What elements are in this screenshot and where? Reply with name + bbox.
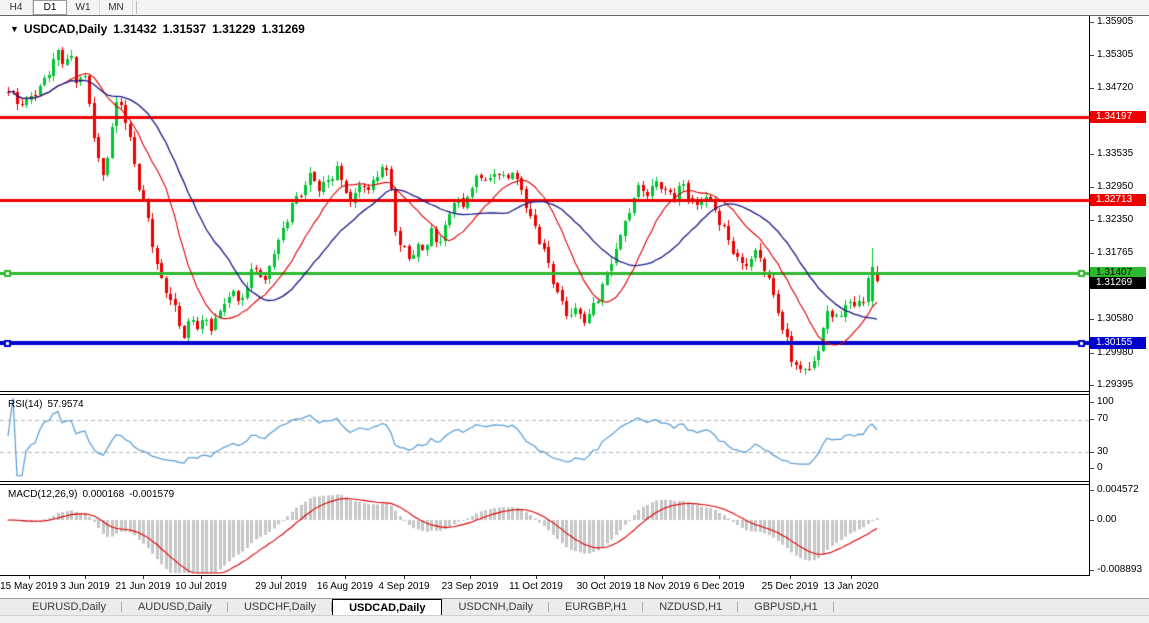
chart-title: ▼ USDCAD,Daily 1.31432 1.31537 1.31229 1.3126… <box>10 22 311 36</box>
level-price-box: 1.34197 <box>1090 111 1146 123</box>
rsi-panel-splitter[interactable] <box>0 391 1149 395</box>
timeframe-button-h4[interactable]: H4 <box>0 0 33 15</box>
axis-tick-mark <box>1090 520 1094 521</box>
macd-signal-value: -0.001579 <box>129 489 174 500</box>
rsi-name: RSI(14) <box>8 399 42 410</box>
axis-tick-mark <box>1090 220 1094 221</box>
macd-label: MACD(12,26,9) 0.000168 -0.001579 <box>8 489 179 500</box>
chart-symbol-period: USDCAD,Daily <box>24 22 107 36</box>
date-tick-mark <box>85 576 86 579</box>
date-tick-mark <box>662 576 663 579</box>
ohlc-low: 1.31229 <box>212 22 255 36</box>
main-price-chart[interactable] <box>0 16 1089 391</box>
toolbar-separator <box>136 1 137 14</box>
rsi-label: RSI(14) 57.9574 <box>8 399 89 410</box>
axis-tick-mark <box>1090 154 1094 155</box>
date-tick-mark <box>536 576 537 579</box>
macd-axis-label: 0.00 <box>1097 514 1116 525</box>
level-price-box: 1.30155 <box>1090 337 1146 349</box>
status-bar <box>0 615 1149 623</box>
price-tick-label: 1.32350 <box>1097 214 1133 225</box>
date-tick-mark <box>851 576 852 579</box>
timeframe-button-w1[interactable]: W1 <box>67 0 100 15</box>
date-tick-mark <box>404 576 405 579</box>
chart-tab-gbpusd[interactable]: GBPUSD,H1 <box>738 599 834 615</box>
macd-name: MACD(12,26,9) <box>8 489 77 500</box>
date-tick-mark <box>345 576 346 579</box>
trading-terminal-window: H4D1W1MN ▼ USDCAD,Daily 1.31432 1.31537 1.31… <box>0 0 1149 623</box>
axis-tick-mark <box>1090 385 1094 386</box>
ohlc-open: 1.31432 <box>113 22 156 36</box>
price-tick-label: 1.31765 <box>1097 247 1133 258</box>
price-tick-label: 1.35305 <box>1097 49 1133 60</box>
date-tick-mark <box>719 576 720 579</box>
axis-tick-mark <box>1090 452 1094 453</box>
axis-tick-mark <box>1090 402 1094 403</box>
price-tick-label: 1.35905 <box>1097 16 1133 27</box>
chart-tab-usdcad[interactable]: USDCAD,Daily <box>332 599 442 615</box>
axis-tick-mark <box>1090 319 1094 320</box>
chart-tab-audusd[interactable]: AUDUSD,Daily <box>122 599 228 615</box>
date-tick-label: 13 Jan 2020 <box>811 581 891 592</box>
price-tick-label: 1.34720 <box>1097 82 1133 93</box>
axis-tick-mark <box>1090 570 1094 571</box>
price-tick-label: 1.32950 <box>1097 181 1133 192</box>
chart-tab-usdchf[interactable]: USDCHF,Daily <box>228 599 332 615</box>
axis-tick-mark <box>1090 22 1094 23</box>
macd-axis-label: -0.008893 <box>1097 564 1142 575</box>
ohlc-close: 1.31269 <box>261 22 304 36</box>
timeframe-button-mn[interactable]: MN <box>100 0 133 15</box>
date-tick-mark <box>604 576 605 579</box>
date-tick-label: 6 Dec 2019 <box>679 581 759 592</box>
axis-tick-mark <box>1090 353 1094 354</box>
chart-tab-usdcnh[interactable]: USDCNH,Daily <box>442 599 549 615</box>
date-tick-mark <box>201 576 202 579</box>
rsi-axis-label: 70 <box>1097 413 1108 424</box>
macd-main-value: 0.000168 <box>82 489 124 500</box>
rsi-axis-label: 100 <box>1097 396 1114 407</box>
date-tick-mark <box>143 576 144 579</box>
rsi-axis-label: 30 <box>1097 446 1108 457</box>
price-tick-label: 1.33535 <box>1097 148 1133 159</box>
chart-tab-eurusd[interactable]: EURUSD,Daily <box>16 599 122 615</box>
axis-tick-mark <box>1090 253 1094 254</box>
axis-tick-mark <box>1090 419 1094 420</box>
chart-tab-eurgbp[interactable]: EURGBP,H1 <box>549 599 643 615</box>
timeframe-button-d1[interactable]: D1 <box>33 0 67 15</box>
macd-axis-label: 0.004572 <box>1097 484 1139 495</box>
axis-tick-mark <box>1090 88 1094 89</box>
chart-dropdown-arrow-icon[interactable]: ▼ <box>10 24 19 34</box>
date-tick-mark <box>790 576 791 579</box>
axis-tick-mark <box>1090 187 1094 188</box>
timeframe-toolbar: H4D1W1MN <box>0 0 1149 16</box>
axis-tick-mark <box>1090 490 1094 491</box>
chart-tab-bar: EURUSD,DailyAUDUSD,DailyUSDCHF,DailyUSDC… <box>0 598 1149 615</box>
ohlc-high: 1.31537 <box>163 22 206 36</box>
level-price-box: 1.32713 <box>1090 194 1146 206</box>
date-tick-mark <box>29 576 30 579</box>
rsi-axis-label: 0 <box>1097 462 1103 473</box>
chart-tab-nzdusd[interactable]: NZDUSD,H1 <box>643 599 738 615</box>
date-tick-label: 10 Jul 2019 <box>161 581 241 592</box>
current-price-box: 1.31269 <box>1090 277 1146 289</box>
macd-panel-splitter[interactable] <box>0 481 1149 485</box>
date-axis[interactable]: 15 May 20193 Jun 201921 Jun 201910 Jul 2… <box>0 576 1149 598</box>
rsi-value: 57.9574 <box>47 399 83 410</box>
rsi-indicator-chart[interactable] <box>0 396 1089 481</box>
date-tick-mark <box>281 576 282 579</box>
axis-tick-mark <box>1090 468 1094 469</box>
price-tick-label: 1.29395 <box>1097 379 1133 390</box>
date-tick-mark <box>470 576 471 579</box>
price-axis[interactable]: 1.35905 1.35305 1.34720 1.33535 1.32950 1.323… <box>1089 16 1149 597</box>
axis-tick-mark <box>1090 55 1094 56</box>
price-tick-label: 1.30580 <box>1097 313 1133 324</box>
